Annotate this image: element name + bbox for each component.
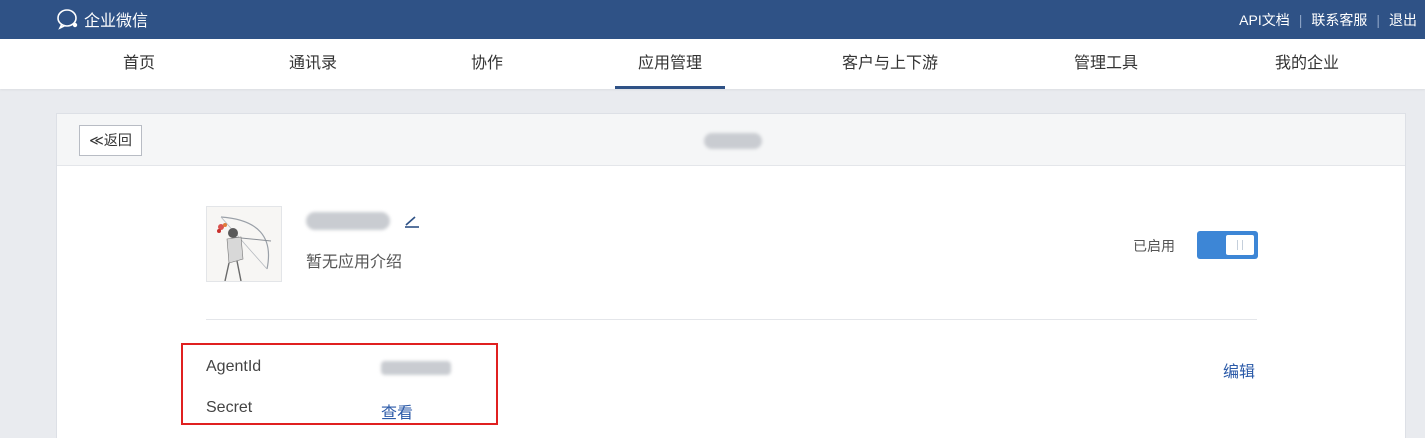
app-description: 暂无应用介绍 bbox=[306, 254, 403, 271]
top-link-divider: | bbox=[1376, 11, 1380, 28]
back-button[interactable]: ≪返回 bbox=[79, 125, 142, 156]
top-links: API文档 | 联系客服 | 退出 bbox=[1239, 0, 1417, 39]
api-docs-link[interactable]: API文档 bbox=[1239, 10, 1290, 30]
nav-item-admin-tools[interactable]: 管理工具 bbox=[1056, 39, 1156, 89]
view-secret-link[interactable]: 查看 bbox=[381, 399, 413, 423]
nav-item-app-management[interactable]: 应用管理 bbox=[615, 39, 725, 89]
wecom-logo-icon bbox=[57, 9, 78, 30]
contact-support-link[interactable]: 联系客服 bbox=[1311, 10, 1367, 30]
nav-item-collaboration[interactable]: 协作 bbox=[452, 39, 522, 89]
app-name-redacted bbox=[306, 212, 390, 230]
brand[interactable]: 企业微信 bbox=[56, 8, 148, 30]
nav-item-customers[interactable]: 客户与上下游 bbox=[812, 39, 968, 89]
app-detail-card: ≪返回 暂无应用介绍 已启用 AgentId Secret 查看 编辑 bbox=[56, 113, 1406, 438]
nav-item-contacts[interactable]: 通讯录 bbox=[273, 39, 353, 89]
edit-button[interactable]: 编辑 bbox=[1223, 358, 1255, 382]
nav-item-app-management-label: 应用管理 bbox=[637, 55, 702, 72]
toggle-knob bbox=[1226, 235, 1254, 255]
edit-name-icon[interactable] bbox=[404, 214, 420, 228]
status-label: 已启用 bbox=[1133, 238, 1175, 254]
nav-item-my-enterprise[interactable]: 我的企业 bbox=[1255, 39, 1359, 89]
agentid-value-redacted bbox=[381, 361, 451, 375]
enable-toggle[interactable] bbox=[1197, 231, 1258, 259]
card-header: ≪返回 bbox=[57, 114, 1405, 166]
nav-item-home[interactable]: 首页 bbox=[101, 39, 177, 89]
logout-link[interactable]: 退出 bbox=[1389, 10, 1417, 30]
archer-illustration-icon bbox=[207, 207, 281, 281]
brand-name: 企业微信 bbox=[84, 13, 149, 30]
active-tab-indicator bbox=[615, 86, 725, 89]
app-logo bbox=[206, 206, 282, 282]
app-name-row bbox=[306, 210, 420, 232]
section-divider bbox=[206, 319, 1257, 320]
app-title-redacted bbox=[704, 133, 762, 149]
top-link-divider: | bbox=[1298, 11, 1303, 28]
top-bar: 企业微信 API文档 | 联系客服 | 退出 bbox=[0, 0, 1425, 39]
secret-label: Secret bbox=[206, 399, 253, 416]
main-nav: 首页 通讯录 协作 应用管理 客户与上下游 管理工具 我的企业 bbox=[0, 39, 1425, 89]
agentid-label: AgentId bbox=[206, 358, 262, 375]
